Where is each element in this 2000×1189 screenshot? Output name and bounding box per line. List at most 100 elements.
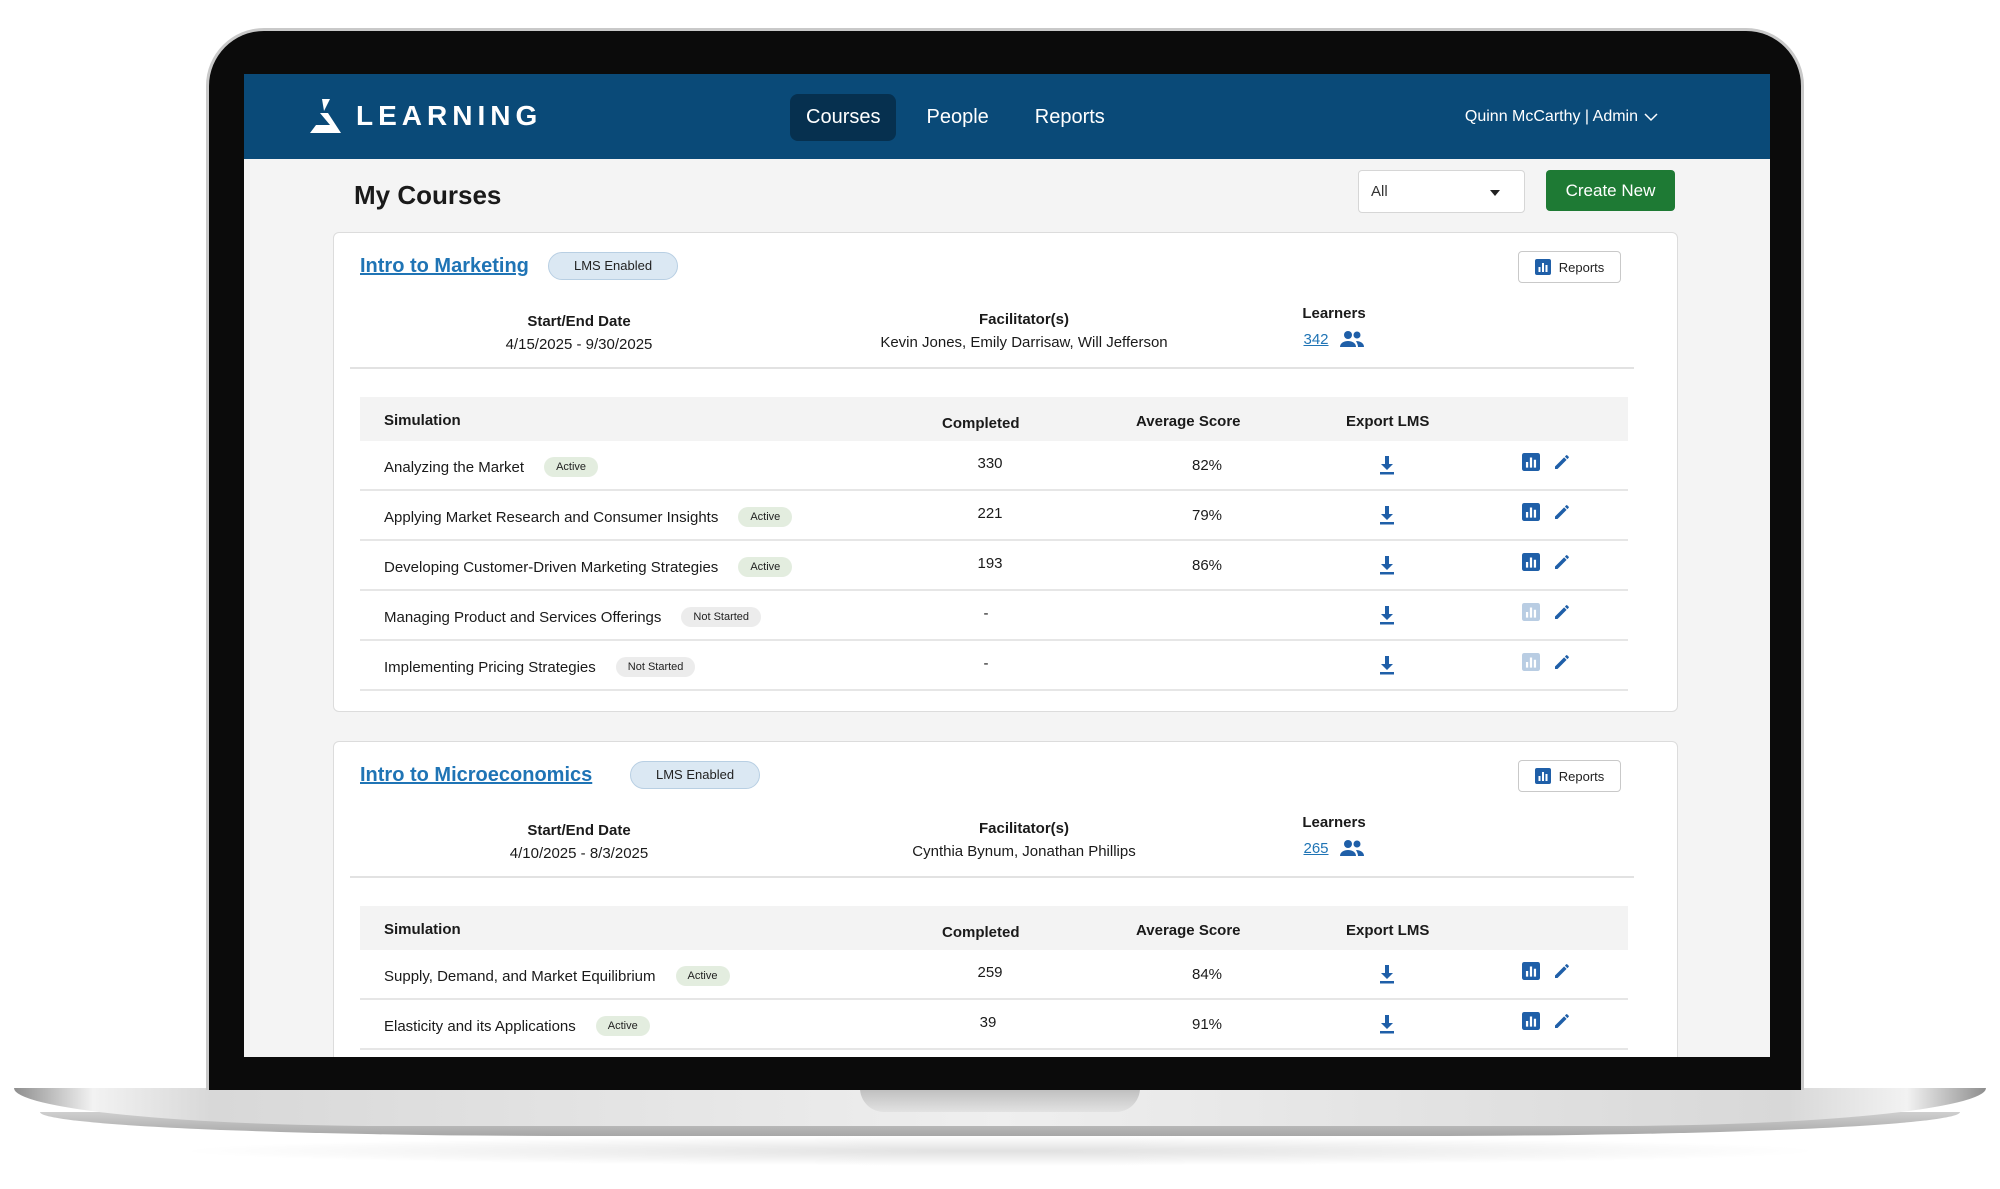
simulation-name: Implementing Pricing Strategies [384, 658, 596, 676]
reports-label: Reports [1558, 768, 1605, 784]
app-screen: LEARNING Courses People Reports Quinn Mc… [244, 74, 1770, 1057]
completed-count: - [983, 605, 989, 622]
edit-pencil-icon[interactable] [1553, 603, 1571, 621]
divider [350, 367, 1634, 369]
simulation-table-header: Simulation Completed Average Score Expor… [360, 906, 1628, 950]
completed-count: 39 [979, 1014, 997, 1031]
learners-label: Learners [1302, 814, 1366, 831]
completed-count: 330 [977, 455, 1003, 472]
lms-enabled-badge: LMS Enabled [548, 252, 679, 280]
nav-tab-courses[interactable]: Courses [790, 94, 897, 141]
course-learners: Learners 265 [1274, 814, 1394, 857]
bar-chart-icon[interactable] [1522, 503, 1540, 521]
simulation-row[interactable]: Developing Customer-Driven Marketing Str… [360, 541, 1628, 591]
facilitators-value: Kevin Jones, Emily Darrisaw, Will Jeffer… [880, 334, 1168, 351]
course-title-link[interactable]: Intro to Microeconomics [360, 764, 592, 787]
col-export-lms: Export LMS [1346, 413, 1430, 430]
filter-value: All [1371, 183, 1388, 200]
average-score: 79% [1191, 507, 1223, 524]
simulation-name: Elasticity and its Applications [384, 1017, 576, 1035]
bar-chart-icon-disabled [1522, 653, 1540, 671]
simulation-row[interactable]: Implementing Pricing Strategies Not Start… [360, 641, 1628, 691]
status-badge: Not Started [681, 607, 762, 627]
download-icon[interactable] [1375, 453, 1399, 477]
bar-chart-icon[interactable] [1522, 453, 1540, 471]
dates-label: Start/End Date [527, 313, 631, 330]
simulation-row[interactable]: Managing Product and Services Offerings N… [360, 591, 1628, 641]
status-badge: Active [738, 557, 793, 577]
caret-down-icon [1490, 190, 1500, 196]
col-simulation: Simulation [384, 921, 461, 938]
top-navbar: LEARNING Courses People Reports Quinn Mc… [244, 74, 1770, 159]
completed-count: 221 [977, 505, 1003, 522]
simulation-name: Analyzing the Market [384, 458, 525, 476]
download-icon[interactable] [1375, 653, 1399, 677]
download-icon[interactable] [1375, 603, 1399, 627]
facilitators-label: Facilitator(s) [978, 311, 1069, 328]
learners-label: Learners [1302, 305, 1366, 322]
status-badge: Active [544, 457, 599, 477]
course-title-link[interactable]: Intro to Marketing [360, 255, 529, 278]
chevron-down-icon [1644, 113, 1658, 122]
logo-text: LEARNING [356, 100, 543, 131]
page-title: My Courses [354, 180, 502, 210]
simulation-name: Managing Product and Services Offerings [384, 608, 662, 626]
simulation-row[interactable]: Applying Market Research and Consumer In… [360, 491, 1628, 541]
average-score: 86% [1191, 557, 1223, 574]
edit-pencil-icon[interactable] [1553, 1012, 1571, 1030]
logo[interactable]: LEARNING [310, 99, 542, 133]
laptop-notch [860, 1088, 1140, 1112]
download-icon[interactable] [1375, 503, 1399, 527]
learners-count-link[interactable]: 342 [1303, 331, 1328, 348]
status-badge: Not Started [615, 657, 696, 677]
col-average-score: Average Score [1136, 922, 1241, 939]
col-simulation: Simulation [384, 412, 461, 429]
edit-pencil-icon[interactable] [1553, 962, 1571, 980]
download-icon[interactable] [1375, 1012, 1399, 1036]
download-icon[interactable] [1375, 553, 1399, 577]
course-reports-button[interactable]: Reports [1518, 760, 1621, 792]
course-dates: Start/End Date 4/10/2025 - 8/3/2025 [464, 822, 694, 862]
download-icon[interactable] [1375, 962, 1399, 986]
completed-count: 259 [977, 964, 1003, 981]
bar-chart-icon [1534, 768, 1551, 784]
col-completed: Completed [942, 415, 1020, 432]
simulation-table-header: Simulation Completed Average Score Expor… [360, 397, 1628, 441]
dates-label: Start/End Date [527, 822, 631, 839]
simulation-name: Developing Customer-Driven Marketing Str… [384, 558, 719, 576]
create-new-button[interactable]: Create New [1546, 170, 1675, 211]
lms-enabled-badge: LMS Enabled [630, 761, 761, 789]
average-score: 82% [1191, 457, 1223, 474]
simulation-row[interactable]: Analyzing the Market Active 330 82% [360, 441, 1628, 491]
course-reports-button[interactable]: Reports [1518, 251, 1621, 283]
bar-chart-icon-disabled [1522, 603, 1540, 621]
edit-pencil-icon[interactable] [1553, 653, 1571, 671]
bar-chart-icon[interactable] [1522, 553, 1540, 571]
bar-chart-icon[interactable] [1522, 1012, 1540, 1030]
dates-value: 4/15/2025 - 9/30/2025 [505, 336, 653, 353]
edit-pencil-icon[interactable] [1553, 453, 1571, 471]
learners-count-link[interactable]: 265 [1303, 840, 1328, 857]
nav-tab-people[interactable]: People [910, 94, 1004, 141]
status-filter-select[interactable]: All [1358, 170, 1525, 213]
simulation-row[interactable]: Elasticity and its Applications Active 39… [360, 1000, 1628, 1050]
completed-count: - [983, 655, 989, 672]
average-score: 91% [1191, 1016, 1223, 1033]
col-export-lms: Export LMS [1346, 922, 1430, 939]
col-average-score: Average Score [1136, 413, 1241, 430]
user-menu[interactable]: Quinn McCarthy | Admin [1465, 108, 1658, 126]
simulation-row[interactable]: Supply, Demand, and Market Equilibrium Ac… [360, 950, 1628, 1000]
edit-pencil-icon[interactable] [1553, 553, 1571, 571]
course-card: Intro to Microeconomics LMS Enabled Repo… [333, 741, 1678, 1057]
nav-tab-reports[interactable]: Reports [1019, 94, 1121, 141]
people-icon [1339, 331, 1364, 347]
bar-chart-icon[interactable] [1522, 962, 1540, 980]
laptop-mockup: LEARNING Courses People Reports Quinn Mc… [0, 0, 2000, 1189]
edit-pencil-icon[interactable] [1553, 503, 1571, 521]
course-learners: Learners 342 [1274, 305, 1394, 348]
facilitators-value: Cynthia Bynum, Jonathan Phillips [912, 843, 1136, 860]
facilitators-label: Facilitator(s) [978, 820, 1069, 837]
status-badge: Active [738, 507, 793, 527]
simulation-name: Applying Market Research and Consumer In… [384, 508, 719, 526]
col-completed: Completed [942, 924, 1020, 941]
